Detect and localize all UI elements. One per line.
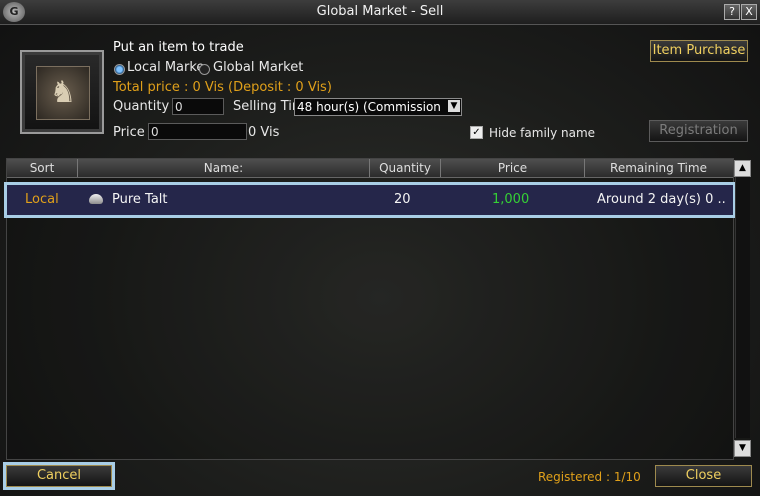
total-price-text: Total price : 0 Vis (Deposit : 0 Vis)	[113, 80, 332, 95]
row-item-name: Pure Talt	[112, 192, 168, 207]
prompt-text: Put an item to trade	[113, 40, 244, 55]
window-title: Global Market - Sell	[316, 4, 444, 19]
close-window-button[interactable]: X	[741, 4, 757, 20]
lion-emblem-icon: ♞	[36, 66, 90, 120]
scrollbar-track[interactable]	[735, 177, 750, 438]
global-market-label[interactable]: Global Market	[213, 60, 303, 75]
global-market-radio[interactable]	[199, 64, 210, 75]
quantity-input[interactable]	[172, 98, 224, 115]
sell-list: Sort Name: Quantity Price Remaining Time…	[4, 158, 736, 460]
column-header-sort[interactable]: Sort	[7, 159, 78, 177]
price-unit-text: 0 Vis	[248, 125, 280, 140]
selling-time-label: Selling Tim	[233, 99, 294, 114]
item-purchase-button[interactable]: Item Purchase	[650, 40, 748, 62]
price-label: Price	[113, 125, 145, 140]
help-button[interactable]: ?	[724, 4, 740, 20]
hide-family-label[interactable]: Hide family name	[489, 126, 595, 140]
registration-button[interactable]: Registration	[649, 120, 748, 142]
item-icon	[89, 194, 103, 204]
row-remaining-time: Around 2 day(s) 0 ..	[597, 192, 726, 207]
scroll-up-arrow-icon[interactable]: ▲	[734, 160, 751, 177]
column-header-name[interactable]: Name:	[78, 159, 370, 177]
price-input[interactable]	[148, 123, 247, 140]
row-sort: Local	[25, 192, 59, 207]
dropdown-arrow-icon[interactable]: ▼	[448, 100, 460, 112]
selling-time-value: 48 hour(s) (Commission F	[297, 100, 443, 114]
column-header-price[interactable]: Price	[441, 159, 585, 177]
table-header: Sort Name: Quantity Price Remaining Time	[7, 159, 733, 178]
row-price: 1,000	[492, 192, 530, 207]
quantity-label: Quantity	[113, 99, 170, 114]
scroll-down-arrow-icon[interactable]: ▼	[734, 440, 751, 457]
local-market-label[interactable]: Local Marke	[127, 60, 204, 75]
item-slot[interactable]: ♞	[20, 50, 104, 134]
local-market-radio[interactable]	[114, 64, 125, 75]
column-header-remaining-time[interactable]: Remaining Time	[585, 159, 732, 177]
cancel-button[interactable]: Cancel	[3, 462, 115, 490]
hide-family-checkbox[interactable]: ✓	[470, 126, 483, 139]
close-button[interactable]: Close	[655, 465, 752, 487]
selling-time-select[interactable]: 48 hour(s) (Commission F ▼	[294, 98, 462, 116]
registered-count: Registered : 1/10	[538, 470, 641, 484]
row-quantity: 20	[394, 192, 411, 207]
table-row[interactable]: Local Pure Talt 20 1,000 Around 2 day(s)…	[4, 182, 736, 218]
global-market-sell-window: G Global Market - Sell ? X ♞ Put an item…	[0, 0, 760, 496]
title-bar[interactable]: G Global Market - Sell ? X	[0, 0, 760, 25]
sell-form-panel: ♞ Put an item to trade Local Marke Globa…	[6, 28, 754, 150]
column-header-quantity[interactable]: Quantity	[370, 159, 441, 177]
